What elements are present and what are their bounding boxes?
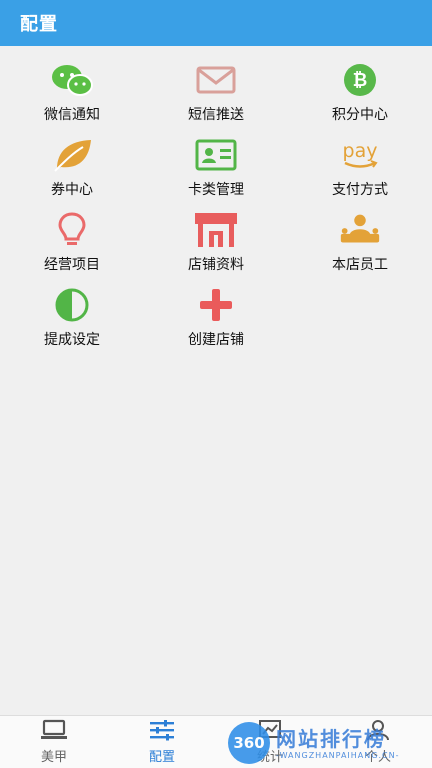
bitcoin-icon: ₿ bbox=[337, 60, 383, 100]
sliders-icon bbox=[148, 719, 176, 745]
nav-item-config[interactable]: 配置 bbox=[108, 716, 216, 768]
tile-label: 微信通知 bbox=[44, 107, 100, 123]
nav-item-nails[interactable]: 美甲 bbox=[0, 716, 108, 768]
tile-business-items[interactable]: 经营项目 bbox=[0, 210, 144, 285]
half-circle-icon bbox=[49, 285, 95, 325]
envelope-icon bbox=[193, 60, 239, 100]
tile-payment-method[interactable]: pay 支付方式 bbox=[288, 135, 432, 210]
tile-wechat-notify[interactable]: 微信通知 bbox=[0, 60, 144, 135]
tile-label: 短信推送 bbox=[188, 107, 244, 123]
tile-label: 卡类管理 bbox=[188, 182, 244, 198]
lightbulb-icon bbox=[49, 210, 95, 250]
leaf-icon bbox=[49, 135, 95, 175]
watermark-logo: 360 bbox=[228, 722, 270, 764]
watermark-text: 网站排行榜 -WANGZHANPAIHANG.CN- bbox=[276, 727, 399, 760]
store-icon bbox=[193, 210, 239, 250]
tile-coupon-center[interactable]: 券中心 bbox=[0, 135, 144, 210]
config-grid: 微信通知 短信推送 ₿ 积分中心 券中心 卡类管理 pay 支付方式 经营项目 … bbox=[0, 60, 432, 360]
tile-sms-push[interactable]: 短信推送 bbox=[144, 60, 288, 135]
tile-label: 支付方式 bbox=[332, 182, 388, 198]
tile-store-staff[interactable]: 本店员工 bbox=[288, 210, 432, 285]
wechat-icon bbox=[49, 60, 95, 100]
tile-commission-setting[interactable]: 提成设定 bbox=[0, 285, 144, 360]
tile-points-center[interactable]: ₿ 积分中心 bbox=[288, 60, 432, 135]
page-title: 配置 bbox=[20, 14, 58, 35]
tile-label: 本店员工 bbox=[332, 257, 388, 273]
amazon-pay-icon: pay bbox=[337, 135, 383, 175]
plus-icon bbox=[193, 285, 239, 325]
staff-icon bbox=[337, 210, 383, 250]
id-card-icon bbox=[193, 135, 239, 175]
tile-label: 积分中心 bbox=[332, 107, 388, 123]
tile-label: 创建店铺 bbox=[188, 332, 244, 348]
tile-label: 店铺资料 bbox=[188, 257, 244, 273]
watermark-main: 网站排行榜 bbox=[276, 726, 386, 751]
tile-card-management[interactable]: 卡类管理 bbox=[144, 135, 288, 210]
svg-text:pay: pay bbox=[343, 140, 378, 162]
nav-label: 配置 bbox=[148, 750, 175, 765]
watermark: 360 网站排行榜 -WANGZHANPAIHANG.CN- bbox=[228, 720, 428, 766]
nav-label: 美甲 bbox=[40, 750, 67, 765]
svg-text:₿: ₿ bbox=[353, 70, 368, 91]
tile-create-store[interactable]: 创建店铺 bbox=[144, 285, 288, 360]
laptop-icon bbox=[40, 719, 68, 745]
top-app-bar: 配置 bbox=[0, 0, 432, 46]
tile-store-info[interactable]: 店铺资料 bbox=[144, 210, 288, 285]
tile-label: 经营项目 bbox=[44, 257, 100, 273]
watermark-sub: -WANGZHANPAIHANG.CN- bbox=[276, 750, 400, 760]
tile-label: 券中心 bbox=[51, 182, 93, 198]
tile-label: 提成设定 bbox=[44, 332, 100, 348]
